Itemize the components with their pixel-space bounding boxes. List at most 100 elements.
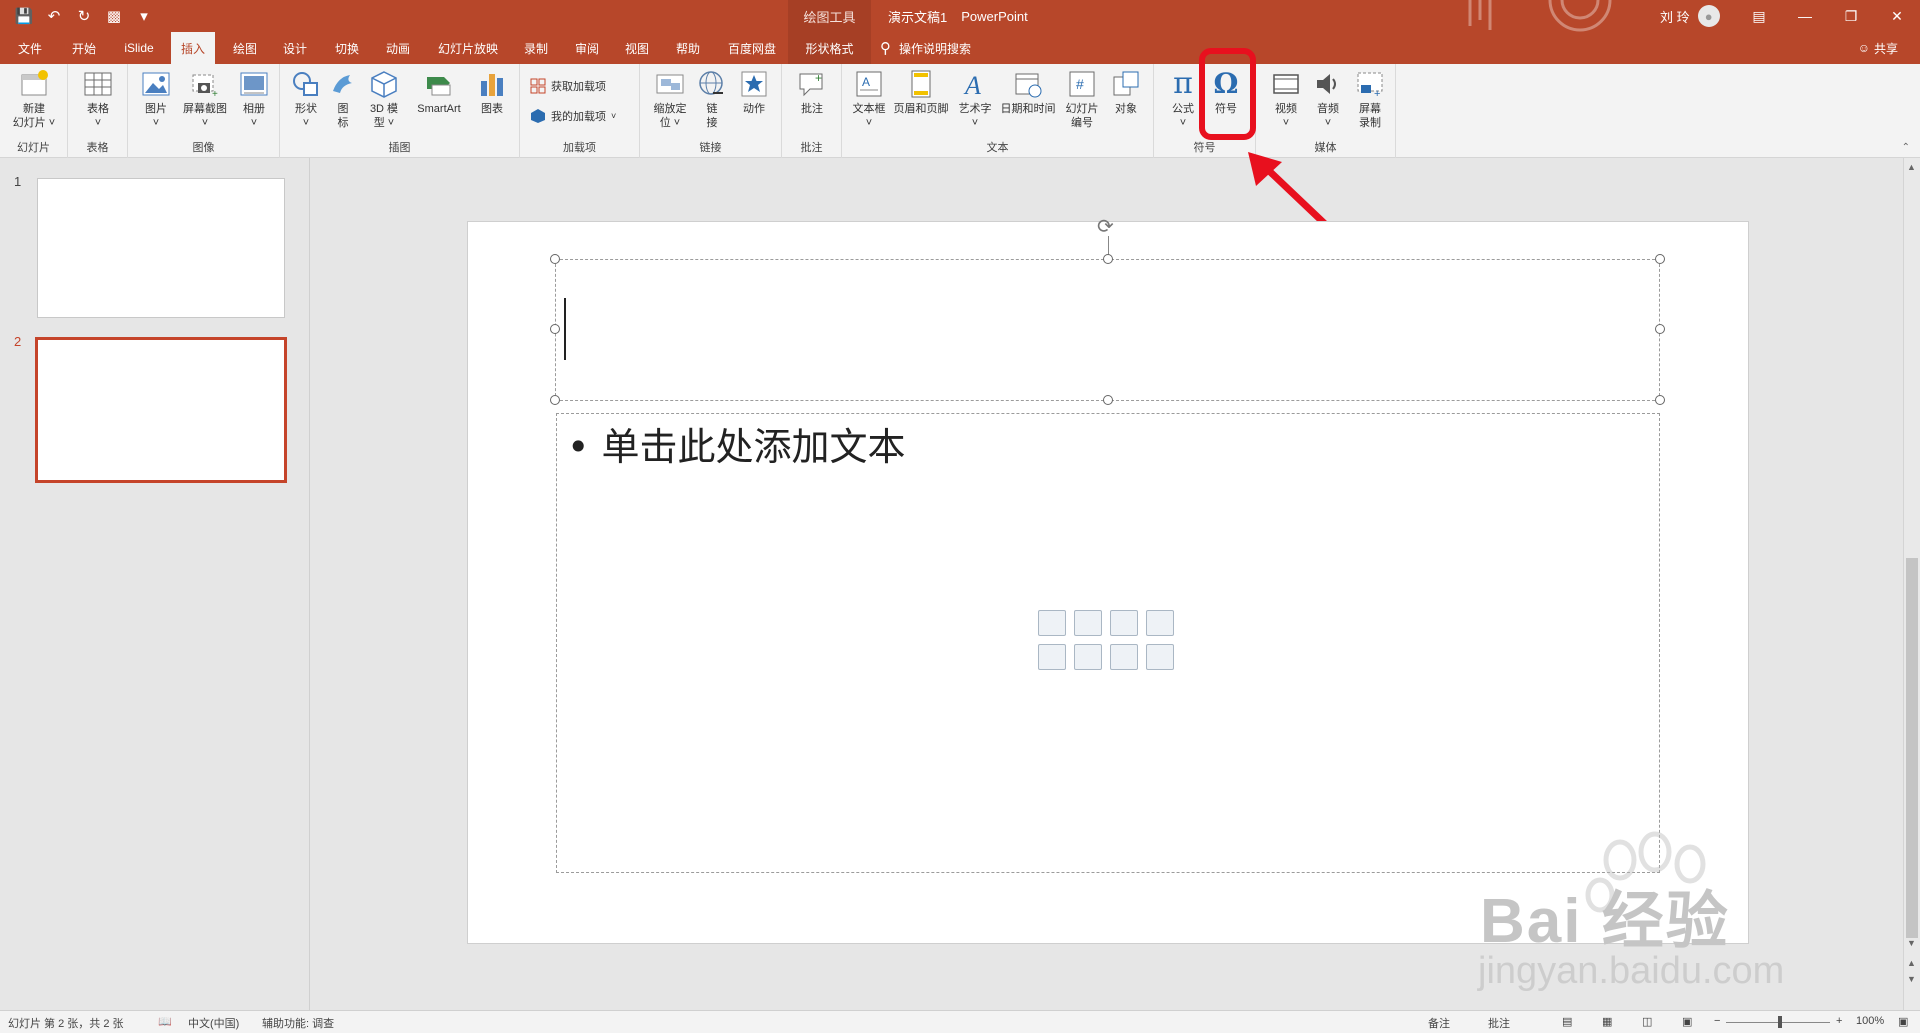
tab-record[interactable]: 录制 [513, 32, 559, 64]
slide-thumbnail-2[interactable] [35, 337, 287, 483]
rotate-handle-icon[interactable]: ⟳ [1097, 214, 1114, 239]
insert-table-icon[interactable] [1038, 610, 1066, 636]
insert-icons-icon[interactable] [1146, 644, 1174, 670]
undo-icon[interactable]: ↶ [44, 7, 64, 25]
equation-button[interactable]: π 公式 ˅ [1164, 68, 1202, 130]
insert-3d-model-icon[interactable] [1146, 610, 1174, 636]
resize-handle[interactable] [550, 324, 560, 334]
textbox-icon: A [856, 71, 882, 97]
tab-slideshow[interactable]: 幻灯片放映 [428, 32, 508, 64]
slide-sorter-icon[interactable]: ▦ [1602, 1015, 1612, 1028]
my-addins-button[interactable]: 我的加载项 ˅ [530, 108, 616, 124]
vertical-scrollbar[interactable]: ▲ ▼ ▲ ▼ [1903, 158, 1920, 1010]
tab-view[interactable]: 视图 [614, 32, 660, 64]
slide-thumbnail-1[interactable] [37, 178, 285, 318]
share-button[interactable]: ☺ 共享 [1858, 32, 1898, 64]
tell-me-search[interactable]: ⚲ 操作说明搜索 [880, 32, 971, 64]
scroll-thumb[interactable] [1906, 558, 1918, 938]
insert-video-icon[interactable] [1110, 644, 1138, 670]
customize-toolbar-icon[interactable]: ▾ [134, 7, 154, 25]
datetime-button[interactable]: 日期和时间 [998, 68, 1058, 116]
tab-file[interactable]: 文件 [10, 32, 50, 64]
album-button[interactable]: 相册 ˅ [234, 68, 274, 130]
next-slide-icon[interactable]: ▼ [1907, 974, 1916, 984]
resize-handle[interactable] [550, 395, 560, 405]
resize-handle[interactable] [1103, 254, 1113, 264]
resize-handle[interactable] [1655, 324, 1665, 334]
tab-help[interactable]: 帮助 [665, 32, 711, 64]
insert-smartart-icon[interactable] [1110, 610, 1138, 636]
tab-draw[interactable]: 绘图 [222, 32, 268, 64]
ribbon-display-icon[interactable]: ▤ [1736, 0, 1782, 32]
group-addins: 获取加载项 我的加载项 ˅ 加载项 [520, 64, 640, 158]
scroll-up-icon[interactable]: ▲ [1907, 162, 1916, 172]
icons-button[interactable]: 图 标 [328, 68, 358, 130]
slideshow-view-icon[interactable]: ▣ [1682, 1015, 1692, 1028]
get-addins-button[interactable]: 获取加载项 [530, 78, 606, 94]
zoom-out-icon[interactable]: − [1714, 1015, 1720, 1027]
tab-home[interactable]: 开始 [62, 32, 106, 64]
placeholder-prompt[interactable]: • 单击此处添加文本 [567, 416, 906, 471]
save-icon[interactable]: 💾 [14, 7, 34, 25]
restore-icon[interactable]: ❐ [1828, 0, 1874, 32]
slide-number-button[interactable]: # 幻灯片 编号 [1062, 68, 1102, 130]
avatar-icon[interactable]: ● [1697, 5, 1720, 27]
zoom-level[interactable]: 100% [1856, 1015, 1884, 1027]
tab-review[interactable]: 审阅 [564, 32, 610, 64]
scroll-down-icon[interactable]: ▼ [1907, 938, 1916, 948]
chart-button[interactable]: 图表 [472, 68, 512, 116]
redo-icon[interactable]: ↻ [74, 7, 94, 25]
insert-picture-icon[interactable] [1038, 644, 1066, 670]
screen-recording-button[interactable]: + 屏幕 录制 [1352, 68, 1388, 130]
accessibility-status[interactable]: 辅助功能: 调查 [262, 1015, 334, 1031]
audio-button[interactable]: 音频 ˅ [1310, 68, 1346, 130]
language-indicator[interactable]: 中文(中国) [188, 1015, 239, 1031]
pictures-button[interactable]: 图片 ˅ [136, 68, 176, 130]
close-icon[interactable]: ✕ [1874, 0, 1920, 32]
collapse-ribbon-icon[interactable]: ⌃ [1902, 142, 1910, 153]
tab-animations[interactable]: 动画 [375, 32, 421, 64]
insert-chart-icon[interactable] [1074, 610, 1102, 636]
tab-insert[interactable]: 插入 [171, 32, 215, 64]
smartart-button[interactable]: SmartArt [410, 68, 468, 116]
table-button[interactable]: 表格 ˅ [76, 68, 120, 130]
resize-handle[interactable] [550, 254, 560, 264]
textbox-button[interactable]: A 文本框 ˅ [850, 68, 888, 130]
wordart-button[interactable]: A 艺术字 ˅ [956, 68, 994, 130]
link-button[interactable]: 链 接 [695, 68, 729, 130]
start-presentation-icon[interactable]: ▩ [104, 7, 124, 25]
tab-shape-format[interactable]: 形状格式 [788, 32, 871, 64]
resize-handle[interactable] [1655, 395, 1665, 405]
action-button[interactable]: 动作 [734, 68, 774, 116]
content-placeholder[interactable]: • 单击此处添加文本 [556, 413, 1660, 873]
video-button[interactable]: 视频 ˅ [1268, 68, 1304, 130]
zoom-slider-thumb[interactable] [1778, 1016, 1782, 1028]
spellcheck-icon[interactable]: 📖 [158, 1015, 172, 1028]
comment-button[interactable]: + 批注 [792, 68, 832, 116]
notes-button[interactable]: 备注 [1428, 1015, 1450, 1031]
object-button[interactable]: 对象 [1106, 68, 1146, 116]
new-slide-button[interactable]: 新建 幻灯片 ˅ [8, 68, 60, 130]
resize-handle[interactable] [1103, 395, 1113, 405]
shapes-button[interactable]: 形状 ˅ [288, 68, 324, 130]
tab-islide[interactable]: iSlide [114, 32, 164, 64]
tab-design[interactable]: 设计 [272, 32, 318, 64]
previous-slide-icon[interactable]: ▲ [1907, 958, 1916, 968]
tab-baidu-netdisk[interactable]: 百度网盘 [716, 32, 788, 64]
header-footer-button[interactable]: 页眉和页脚 [890, 68, 952, 116]
minimize-icon[interactable]: — [1782, 0, 1828, 32]
resize-handle[interactable] [1655, 254, 1665, 264]
zoom-button[interactable]: 缩放定 位 ˅ [648, 68, 692, 130]
insert-online-picture-icon[interactable] [1074, 644, 1102, 670]
normal-view-icon[interactable]: ▤ [1562, 1015, 1572, 1028]
reading-view-icon[interactable]: ◫ [1642, 1015, 1652, 1028]
zoom-in-icon[interactable]: + [1836, 1015, 1842, 1027]
screenshot-button[interactable]: + 屏幕截图 ˅ [178, 68, 232, 130]
fit-to-window-icon[interactable]: ▣ [1898, 1015, 1908, 1028]
slide-thumbnails-pane: 1 2 [0, 158, 310, 1010]
comments-button[interactable]: 批注 [1488, 1015, 1510, 1031]
title-placeholder[interactable] [555, 259, 1660, 401]
3d-models-button[interactable]: 3D 模 型 ˅ [364, 68, 404, 130]
user-account[interactable]: 刘 玲 ● [1660, 0, 1720, 32]
tab-transitions[interactable]: 切换 [324, 32, 370, 64]
